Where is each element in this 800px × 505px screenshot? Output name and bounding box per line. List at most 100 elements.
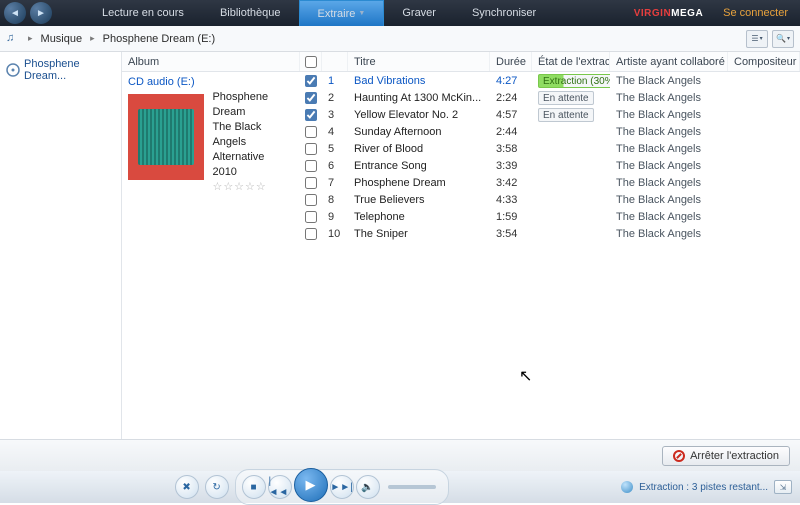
- chevron-down-icon: ▼: [358, 10, 365, 17]
- crumb-chevron[interactable]: ▸: [28, 33, 33, 44]
- tab-now-playing[interactable]: Lecture en cours: [84, 0, 202, 26]
- player-bar: ✖ ↻ ■ |◄◄ ▶ ►►| 🔈 Extraction : 3 pistes …: [0, 471, 800, 503]
- sign-in-link[interactable]: Se connecter: [723, 7, 788, 19]
- track-title: Telephone: [348, 211, 490, 223]
- track-title: Haunting At 1300 McKin...: [348, 92, 490, 104]
- track-checkbox[interactable]: [305, 160, 317, 172]
- track-status: En attente: [532, 91, 610, 105]
- col-artist[interactable]: Artiste ayant collaboré: [610, 52, 728, 71]
- track-checkbox[interactable]: [305, 92, 317, 104]
- play-button[interactable]: ▶: [294, 468, 328, 502]
- col-number[interactable]: [322, 52, 348, 71]
- prev-button[interactable]: |◄◄: [268, 475, 292, 499]
- track-row[interactable]: 4Sunday Afternoon2:44The Black Angels: [300, 123, 800, 140]
- volume-slider[interactable]: [388, 485, 436, 489]
- crumb-root[interactable]: Musique: [41, 33, 83, 45]
- track-artist: The Black Angels: [610, 126, 728, 138]
- repeat-button[interactable]: ↻: [205, 475, 229, 499]
- track-artist: The Black Angels: [610, 177, 728, 189]
- track-row[interactable]: 7Phosphene Dream3:42The Black Angels: [300, 174, 800, 191]
- search-button[interactable]: 🔍▾: [772, 30, 794, 48]
- track-row[interactable]: 8True Believers4:33The Black Angels: [300, 191, 800, 208]
- content: Album Titre Durée État de l'extrac... Ar…: [122, 52, 800, 439]
- cd-link[interactable]: CD audio (E:): [128, 76, 294, 88]
- crumb-leaf[interactable]: Phosphene Dream (E:): [103, 33, 216, 45]
- track-duration: 3:54: [490, 228, 532, 240]
- track-title: Bad Vibrations: [348, 75, 490, 87]
- tab-sync[interactable]: Synchroniser: [454, 0, 554, 26]
- track-number: 2: [322, 92, 348, 104]
- col-composer[interactable]: Compositeur: [728, 52, 800, 71]
- sidebar-item-label: Phosphene Dream...: [24, 58, 115, 82]
- col-title[interactable]: Titre: [348, 52, 490, 71]
- track-title: True Believers: [348, 194, 490, 206]
- track-row[interactable]: 10The Sniper3:54The Black Angels: [300, 225, 800, 242]
- track-title: River of Blood: [348, 143, 490, 155]
- track-duration: 4:33: [490, 194, 532, 206]
- status-badge: Extraction (30%): [538, 74, 610, 88]
- status-right: Extraction : 3 pistes restant... ⇲: [621, 480, 792, 494]
- track-checkbox[interactable]: [305, 211, 317, 223]
- track-number: 3: [322, 109, 348, 121]
- store-brand[interactable]: VIRGINMEGA: [634, 8, 703, 19]
- track-row[interactable]: 1Bad Vibrations4:27Extraction (30%)The B…: [300, 72, 800, 89]
- track-duration: 2:24: [490, 92, 532, 104]
- mini-mode-button[interactable]: ⇲: [774, 480, 792, 494]
- stop-button[interactable]: ■: [242, 475, 266, 499]
- track-number: 6: [322, 160, 348, 172]
- track-checkbox[interactable]: [305, 228, 317, 240]
- track-duration: 3:42: [490, 177, 532, 189]
- track-checkbox[interactable]: [305, 194, 317, 206]
- check-all[interactable]: [305, 56, 317, 68]
- track-duration: 1:59: [490, 211, 532, 223]
- mute-button[interactable]: 🔈: [356, 475, 380, 499]
- next-button[interactable]: ►►|: [330, 475, 354, 499]
- album-rating[interactable]: ☆☆☆☆☆: [212, 180, 294, 195]
- main-tabs: Lecture en cours Bibliothèque Extraire▼ …: [84, 0, 554, 26]
- tab-rip[interactable]: Extraire▼: [299, 0, 385, 26]
- col-status[interactable]: État de l'extrac...: [532, 52, 610, 71]
- track-artist: The Black Angels: [610, 194, 728, 206]
- track-artist: The Black Angels: [610, 211, 728, 223]
- track-row[interactable]: 9Telephone1:59 The Black Angels: [300, 208, 800, 225]
- view-mode-button[interactable]: ☰▾: [746, 30, 768, 48]
- track-checkbox[interactable]: [305, 177, 317, 189]
- tab-burn[interactable]: Graver: [384, 0, 454, 26]
- track-row[interactable]: 2Haunting At 1300 McKin...2:24 En attente…: [300, 89, 800, 106]
- track-artist: The Black Angels: [610, 160, 728, 172]
- track-title: Yellow Elevator No. 2: [348, 109, 490, 121]
- track-row[interactable]: 3Yellow Elevator No. 24:57En attenteThe …: [300, 106, 800, 123]
- track-checkbox[interactable]: [305, 126, 317, 138]
- col-check[interactable]: [300, 52, 322, 71]
- album-art[interactable]: [128, 94, 204, 180]
- column-headers: Album Titre Durée État de l'extrac... Ar…: [122, 52, 800, 72]
- sidebar-item-cd[interactable]: Phosphene Dream...: [0, 56, 121, 84]
- track-number: 1: [322, 75, 348, 87]
- album-artist: The Black Angels: [212, 120, 294, 150]
- tab-library[interactable]: Bibliothèque: [202, 0, 299, 26]
- back-button[interactable]: ◄: [4, 2, 26, 24]
- stop-rip-button[interactable]: Arrêter l'extraction: [662, 446, 790, 466]
- shuffle-button[interactable]: ✖: [175, 475, 199, 499]
- music-icon: ♫: [6, 32, 20, 46]
- breadcrumb-bar: ♫ ▸ Musique ▸ Phosphene Dream (E:) ☰▾ 🔍▾: [0, 26, 800, 52]
- track-number: 9: [322, 211, 348, 223]
- track-title: Sunday Afternoon: [348, 126, 490, 138]
- sidebar: Phosphene Dream...: [0, 52, 122, 439]
- track-artist: The Black Angels: [610, 109, 728, 121]
- track-checkbox[interactable]: [305, 75, 317, 87]
- track-checkbox[interactable]: [305, 143, 317, 155]
- track-checkbox[interactable]: [305, 109, 317, 121]
- stop-icon: [673, 450, 685, 462]
- col-duration[interactable]: Durée: [490, 52, 532, 71]
- disc-icon: [6, 63, 20, 77]
- crumb-chevron[interactable]: ▸: [90, 33, 95, 44]
- track-artist: The Black Angels: [610, 92, 728, 104]
- forward-button[interactable]: ►: [30, 2, 52, 24]
- status-badge: En attente: [538, 91, 594, 105]
- main-area: Phosphene Dream... Album Titre Durée Éta…: [0, 52, 800, 439]
- track-artist: The Black Angels: [610, 228, 728, 240]
- track-row[interactable]: 5River of Blood3:58The Black Angels: [300, 140, 800, 157]
- track-row[interactable]: 6Entrance Song3:39The Black Angels: [300, 157, 800, 174]
- col-album[interactable]: Album: [122, 52, 300, 71]
